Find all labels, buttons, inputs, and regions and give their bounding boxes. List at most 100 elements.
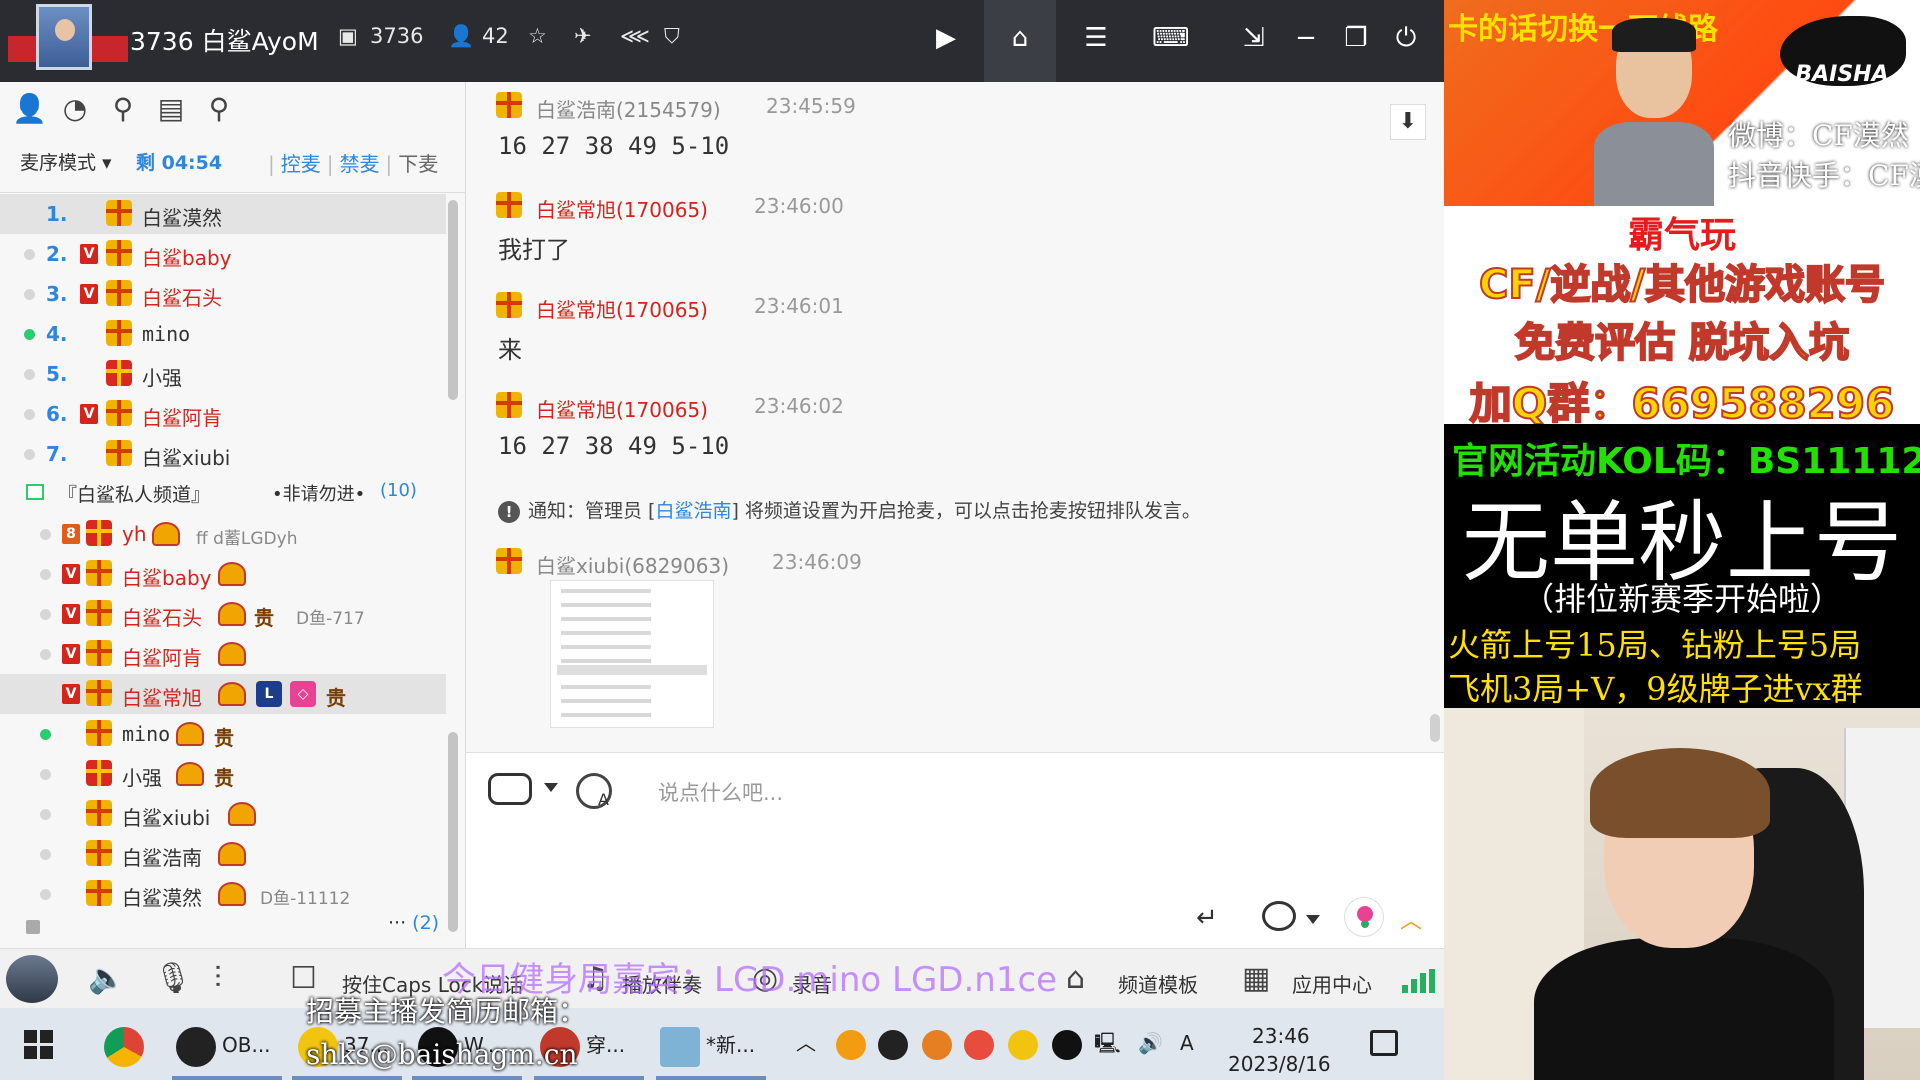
enter-icon[interactable]: ↵ [1196, 903, 1218, 933]
crown-icon [152, 522, 180, 546]
mic-mode-select[interactable]: 麦序模式 ▾ [20, 148, 112, 175]
volume-icon[interactable]: 🔊 [1138, 1016, 1163, 1070]
chevron-down-icon[interactable] [544, 783, 558, 792]
tray-yy-icon[interactable] [1008, 1030, 1038, 1060]
minimize-icon[interactable]: − [1288, 20, 1324, 56]
queue-item[interactable]: 3. V 白鲨石头 [0, 274, 446, 314]
leave-mic-link[interactable]: 下麦 [398, 152, 438, 176]
channel-template-button[interactable]: 频道模板 [1118, 969, 1198, 998]
queue-item[interactable]: 2. V 白鲨baby [0, 234, 446, 274]
chevron-up-icon[interactable]: ︿ [796, 1016, 816, 1070]
member-item[interactable]: 8 yh ff d蓄LGDyh [0, 514, 446, 554]
clock-time[interactable]: 23:46 [1252, 1024, 1310, 1048]
member-item[interactable]: 小强 贵 [0, 754, 446, 794]
tray-obs-icon[interactable] [878, 1030, 908, 1060]
member-item[interactable]: 白鲨漠然 D鱼-11112 [0, 874, 446, 914]
home-template-icon[interactable]: ⌂ [1066, 961, 1085, 997]
member-item[interactable]: mino 贵 [0, 714, 446, 754]
queue-scrollbar[interactable] [446, 194, 460, 470]
scroll-to-bottom-button[interactable]: ⬇ [1390, 104, 1426, 140]
grid-icon[interactable]: ▦ [1242, 961, 1270, 997]
person-icon[interactable]: 👤 [12, 94, 47, 124]
tray-qq-icon[interactable] [1052, 1030, 1082, 1060]
queue-number: 6. [46, 402, 68, 426]
gamepad-icon[interactable] [488, 773, 532, 805]
video-icon[interactable]: ▶ [928, 20, 964, 56]
flower-icon[interactable] [1344, 897, 1384, 937]
screenshot-thumbnail[interactable] [550, 580, 714, 728]
obs-taskbar-button[interactable]: OB... [176, 1018, 271, 1072]
chat-icon[interactable]: ◔ [60, 94, 90, 124]
email-overlay-text: shks@baishagm.cn [306, 1038, 578, 1071]
app-center-button[interactable]: 应用中心 [1292, 969, 1372, 998]
channel-avatar[interactable] [36, 4, 92, 70]
member-scrollbar[interactable] [446, 712, 460, 952]
queue-item[interactable]: 6. V 白鲨阿肯 [0, 394, 446, 434]
clock-date[interactable]: 2023/8/16 [1228, 1052, 1331, 1076]
user-count: 42 [482, 24, 509, 48]
microphone-icon[interactable]: 🎙 [154, 961, 192, 997]
home-icon[interactable]: ⌂ [1002, 20, 1038, 56]
vip-gift-icon [86, 680, 112, 706]
windows-start-icon[interactable] [24, 1030, 54, 1060]
tray-app-icon[interactable] [836, 1030, 866, 1060]
message-sender[interactable]: 白鲨xiubi(6829063) [536, 550, 729, 579]
minimize-to-tray-icon[interactable]: ⇲ [1236, 20, 1272, 56]
chat-bubble-icon[interactable] [1262, 901, 1296, 931]
power-icon[interactable]: ⏻ [1388, 20, 1424, 56]
more-count: (2) [412, 912, 440, 934]
star-icon[interactable]: ☆ [528, 24, 547, 48]
member-item[interactable]: V 白鲨石头 贵 D鱼-717 [0, 594, 446, 634]
message-sender[interactable]: 白鲨常旭(170065) [536, 194, 708, 223]
note-icon[interactable]: ▤ [156, 94, 186, 124]
gamepad-icon[interactable]: ⌨ [1152, 20, 1190, 56]
notepad-taskbar-button[interactable]: *新... [660, 1018, 755, 1072]
speaker-icon[interactable]: 🔈 [88, 961, 125, 997]
chrome-taskbar-button[interactable] [104, 1018, 150, 1072]
weibo-text: 微博：CF漠然 [1728, 119, 1909, 152]
scrollbar-thumb[interactable] [448, 732, 458, 932]
message-sender[interactable]: 白鲨常旭(170065) [536, 294, 708, 323]
queue-item[interactable]: 4. mino [0, 314, 446, 354]
member-item[interactable]: V 白鲨常旭 L ◇ 贵 [0, 674, 446, 714]
restore-icon[interactable]: ❐ [1338, 20, 1374, 56]
plane-icon[interactable]: ✈ [574, 24, 592, 48]
equalizer-icon[interactable]: ⫶ [214, 961, 222, 997]
member-name: 白鲨阿肯 [122, 646, 202, 670]
queue-item[interactable]: 5. 小强 [0, 354, 446, 394]
ime-icon[interactable]: A [1180, 1016, 1194, 1070]
notification-icon[interactable] [1370, 1030, 1398, 1056]
network-icon[interactable]: 🖳 [1094, 1016, 1121, 1070]
member-item[interactable]: V 白鲨阿肯 [0, 634, 446, 674]
search-icon[interactable]: ⚲ [204, 94, 234, 124]
share-icon[interactable]: ⋘ [620, 24, 650, 48]
member-item[interactable]: V 白鲨baby [0, 554, 446, 594]
chat-input[interactable]: 说点什么吧... [658, 777, 783, 807]
vip-gift-icon [106, 400, 132, 426]
my-avatar[interactable] [6, 955, 58, 1003]
lock-icon[interactable] [26, 920, 40, 934]
chevron-up-icon[interactable]: ︿ [1400, 903, 1422, 935]
location-icon[interactable]: ⚲ [108, 94, 138, 124]
ban-mic-link[interactable]: 禁麦 [340, 152, 380, 176]
chevron-down-icon[interactable] [1306, 915, 1320, 924]
more-members[interactable]: ··· (2) [388, 912, 439, 934]
scrollbar-thumb[interactable] [448, 200, 458, 400]
member-item[interactable]: 白鲨xiubi [0, 794, 446, 834]
member-item[interactable]: 白鲨浩南 [0, 834, 446, 874]
queue-item[interactable]: 1. 白鲨漠然 [0, 194, 446, 234]
font-style-icon[interactable]: A [576, 773, 612, 809]
shield-icon[interactable]: ⛉ [664, 24, 680, 49]
tray-app-icon[interactable] [922, 1030, 952, 1060]
v-badge-icon: V [80, 244, 98, 264]
notice-admin-link[interactable]: 白鲨浩南 [655, 500, 731, 522]
queue-item[interactable]: 7. 白鲨xiubi [0, 434, 446, 474]
channel-row[interactable]: 『白鲨私人频道』 •非请勿进• (10) [0, 476, 446, 510]
tray-app-icon[interactable] [964, 1030, 994, 1060]
chat-scrollbar[interactable] [1430, 714, 1440, 742]
list-icon[interactable]: ☰ [1078, 20, 1114, 56]
message-sender[interactable]: 白鲨浩南(2154579) [536, 94, 721, 123]
message-sender[interactable]: 白鲨常旭(170065) [536, 394, 708, 423]
control-mic-link[interactable]: 控麦 [281, 152, 321, 176]
ad-line-3: 加Q群：669588296 [1469, 378, 1896, 429]
